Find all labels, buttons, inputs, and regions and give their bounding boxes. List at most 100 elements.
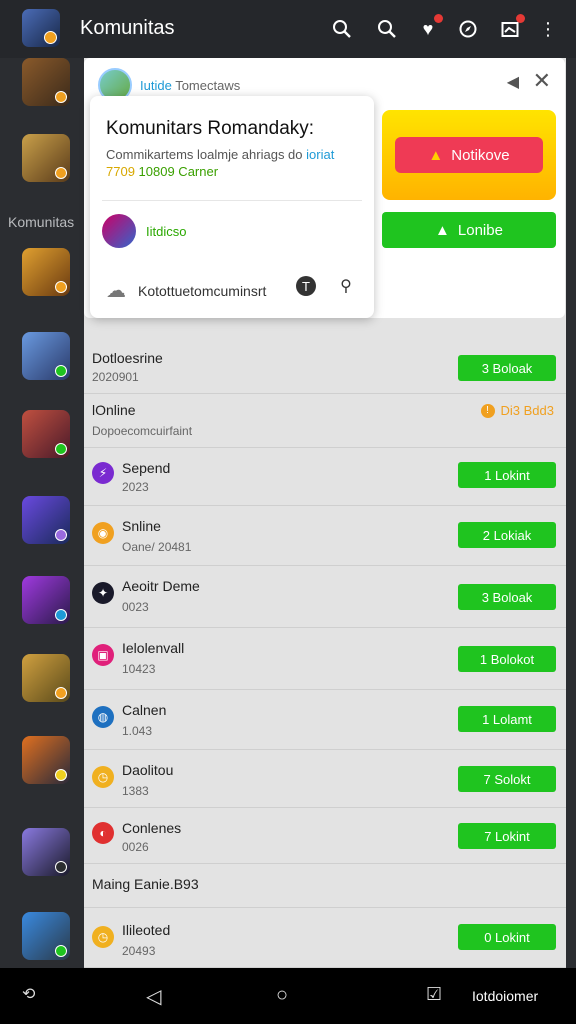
- search-icon[interactable]: ⚲: [336, 276, 356, 296]
- bolt-icon: ⚡: [92, 462, 114, 484]
- star-icon: ✦: [92, 582, 114, 604]
- item-action-button[interactable]: 3 Boloak: [458, 355, 556, 381]
- community-info-card: Komunitars Romandaky: Commikartems loalm…: [90, 96, 374, 318]
- pin-icon[interactable]: ◀: [507, 72, 519, 92]
- list-item[interactable]: ◉ Snline Oane/ 20481 2 Lokiak: [84, 506, 566, 566]
- item-action-button[interactable]: 7 Solokt: [458, 766, 556, 792]
- item-title: Conlenes: [122, 820, 182, 836]
- item-subtitle: 2020901: [92, 370, 139, 384]
- notice-banner: ▲ Notikove: [382, 110, 556, 200]
- card-footer: ☁ Kotottuetomcuminsrt: [106, 278, 266, 303]
- system-nav-bar: ⟲ ◁ ○ ☑ Iotdoiomer: [0, 968, 576, 1024]
- rotate-icon[interactable]: ⟲: [22, 984, 35, 1004]
- list-item[interactable]: ✦ Aeoitr Deme 0023 3 Boloak: [84, 566, 566, 628]
- heart-icon[interactable]: ♥: [416, 14, 443, 41]
- community-avatar[interactable]: [22, 248, 70, 296]
- text-icon[interactable]: T: [296, 276, 316, 296]
- community-avatar[interactable]: [22, 496, 70, 544]
- item-subtitle: 1.043: [122, 724, 153, 738]
- card-title: Komunitars Romandaky:: [106, 118, 315, 139]
- home-icon[interactable]: ○: [276, 984, 288, 1007]
- divider: [102, 200, 362, 201]
- list-item[interactable]: ⚡ Sepend 2023 1 Lokint: [84, 448, 566, 506]
- nav-label[interactable]: Iotdoiomer: [472, 988, 538, 1004]
- community-logo[interactable]: [22, 9, 60, 47]
- popup-user-name: Iutide Tomectaws: [140, 77, 241, 93]
- list-item[interactable]: ◐ Conlenes 0026 7 Lokint: [84, 808, 566, 864]
- item-subtitle: 1383: [122, 784, 149, 798]
- inbox-icon[interactable]: [498, 14, 525, 41]
- item-action-button[interactable]: 1 Bolokot: [458, 646, 556, 672]
- community-avatar[interactable]: [22, 134, 70, 182]
- item-action-button[interactable]: 0 Lokint: [458, 924, 556, 950]
- community-sidebar: Komunitas: [0, 58, 84, 968]
- download-icon: ▲: [428, 146, 444, 164]
- item-title: Snline: [122, 518, 161, 534]
- item-subtitle: Dopoecomcuirfaint: [92, 424, 193, 438]
- item-action-button[interactable]: 2 Lokiak: [458, 522, 556, 548]
- community-avatar[interactable]: [22, 736, 70, 784]
- main-content: Iutide Tomectaws ◀ ✕ Komunitars Romandak…: [84, 58, 566, 968]
- close-icon[interactable]: ✕: [533, 68, 551, 94]
- item-subtitle: Oane/ 20481: [122, 540, 192, 554]
- item-title: Ielolenvall: [122, 640, 185, 656]
- description-link[interactable]: ioriat: [306, 147, 334, 162]
- community-popup: Iutide Tomectaws ◀ ✕ Komunitars Romandak…: [84, 58, 565, 318]
- notification-dot: [434, 14, 443, 23]
- member-name: Iitdicso: [146, 223, 187, 239]
- join-button[interactable]: ▲ Lonibe: [382, 212, 556, 248]
- section-title: Maing Eanie.B93: [92, 876, 199, 892]
- globe-icon: ◍: [92, 706, 114, 728]
- list-item[interactable]: lOnline Dopoecomcuirfaint ! Di3 Bdd3: [84, 394, 566, 448]
- item-status: ! Di3 Bdd3: [480, 403, 554, 418]
- community-avatar[interactable]: [22, 332, 70, 380]
- clock-icon: ◷: [92, 926, 114, 948]
- item-action-button[interactable]: 1 Lokint: [458, 462, 556, 488]
- item-action-button[interactable]: 3 Boloak: [458, 584, 556, 610]
- list-item[interactable]: ◷ Ilileoted 20493 0 Lokint: [84, 908, 566, 968]
- footer-text: Kotottuetomcuminsrt: [138, 282, 267, 299]
- compass-icon[interactable]: [456, 17, 480, 41]
- item-title: Sepend: [122, 460, 171, 476]
- list-item[interactable]: ▣ Ielolenvall 10423 1 Bolokot: [84, 628, 566, 690]
- item-action-button[interactable]: 1 Lolamt: [458, 706, 556, 732]
- community-avatar[interactable]: [22, 410, 70, 458]
- search-icon-2[interactable]: [375, 17, 399, 41]
- item-subtitle: 0023: [122, 600, 149, 614]
- item-title: Calnen: [122, 702, 167, 718]
- community-avatar[interactable]: [22, 654, 70, 702]
- page-title: Komunitas: [80, 17, 175, 39]
- back-icon[interactable]: ◁: [146, 984, 161, 1009]
- list-item[interactable]: Dotloesrine 2020901 3 Boloak: [84, 342, 566, 394]
- community-avatar[interactable]: [22, 828, 70, 876]
- community-avatar[interactable]: [22, 58, 70, 106]
- more-vert-icon[interactable]: ⋮: [536, 17, 560, 41]
- list-item[interactable]: ◷ Daolitou 1383 7 Solokt: [84, 750, 566, 808]
- card-description: Commikartems loalmje ahriags do ioriat: [106, 147, 335, 162]
- section-header: Maing Eanie.B93: [84, 864, 566, 908]
- community-avatar[interactable]: [22, 576, 70, 624]
- app-bar: Komunitas ♥ ⋮: [0, 0, 576, 58]
- list-item[interactable]: ◍ Calnen 1.043 1 Lolamt: [84, 690, 566, 750]
- item-subtitle: 20493: [122, 944, 156, 958]
- notification-dot: [516, 14, 525, 23]
- community-avatar[interactable]: [22, 912, 70, 960]
- coin-icon: ◉: [92, 522, 114, 544]
- item-title: Dotloesrine: [92, 350, 163, 366]
- item-title: Ilileoted: [122, 922, 171, 938]
- info-icon: !: [480, 403, 495, 418]
- item-title: Daolitou: [122, 762, 174, 778]
- search-icon[interactable]: [330, 17, 354, 41]
- item-title: lOnline: [92, 402, 136, 418]
- card-stats: 7709 10809 Carner: [106, 164, 219, 179]
- card-member[interactable]: Iitdicso: [102, 214, 186, 248]
- grid-icon: ▣: [92, 644, 114, 666]
- notice-button[interactable]: ▲ Notikove: [395, 137, 543, 173]
- clock-icon: ◷: [92, 766, 114, 788]
- sidebar-label: Komunitas: [8, 214, 75, 230]
- checkbox-icon[interactable]: ☑: [426, 984, 442, 1005]
- item-subtitle: 10423: [122, 662, 156, 676]
- item-action-button[interactable]: 7 Lokint: [458, 823, 556, 849]
- item-title: Aeoitr Deme: [122, 578, 200, 594]
- item-subtitle: 2023: [122, 480, 149, 494]
